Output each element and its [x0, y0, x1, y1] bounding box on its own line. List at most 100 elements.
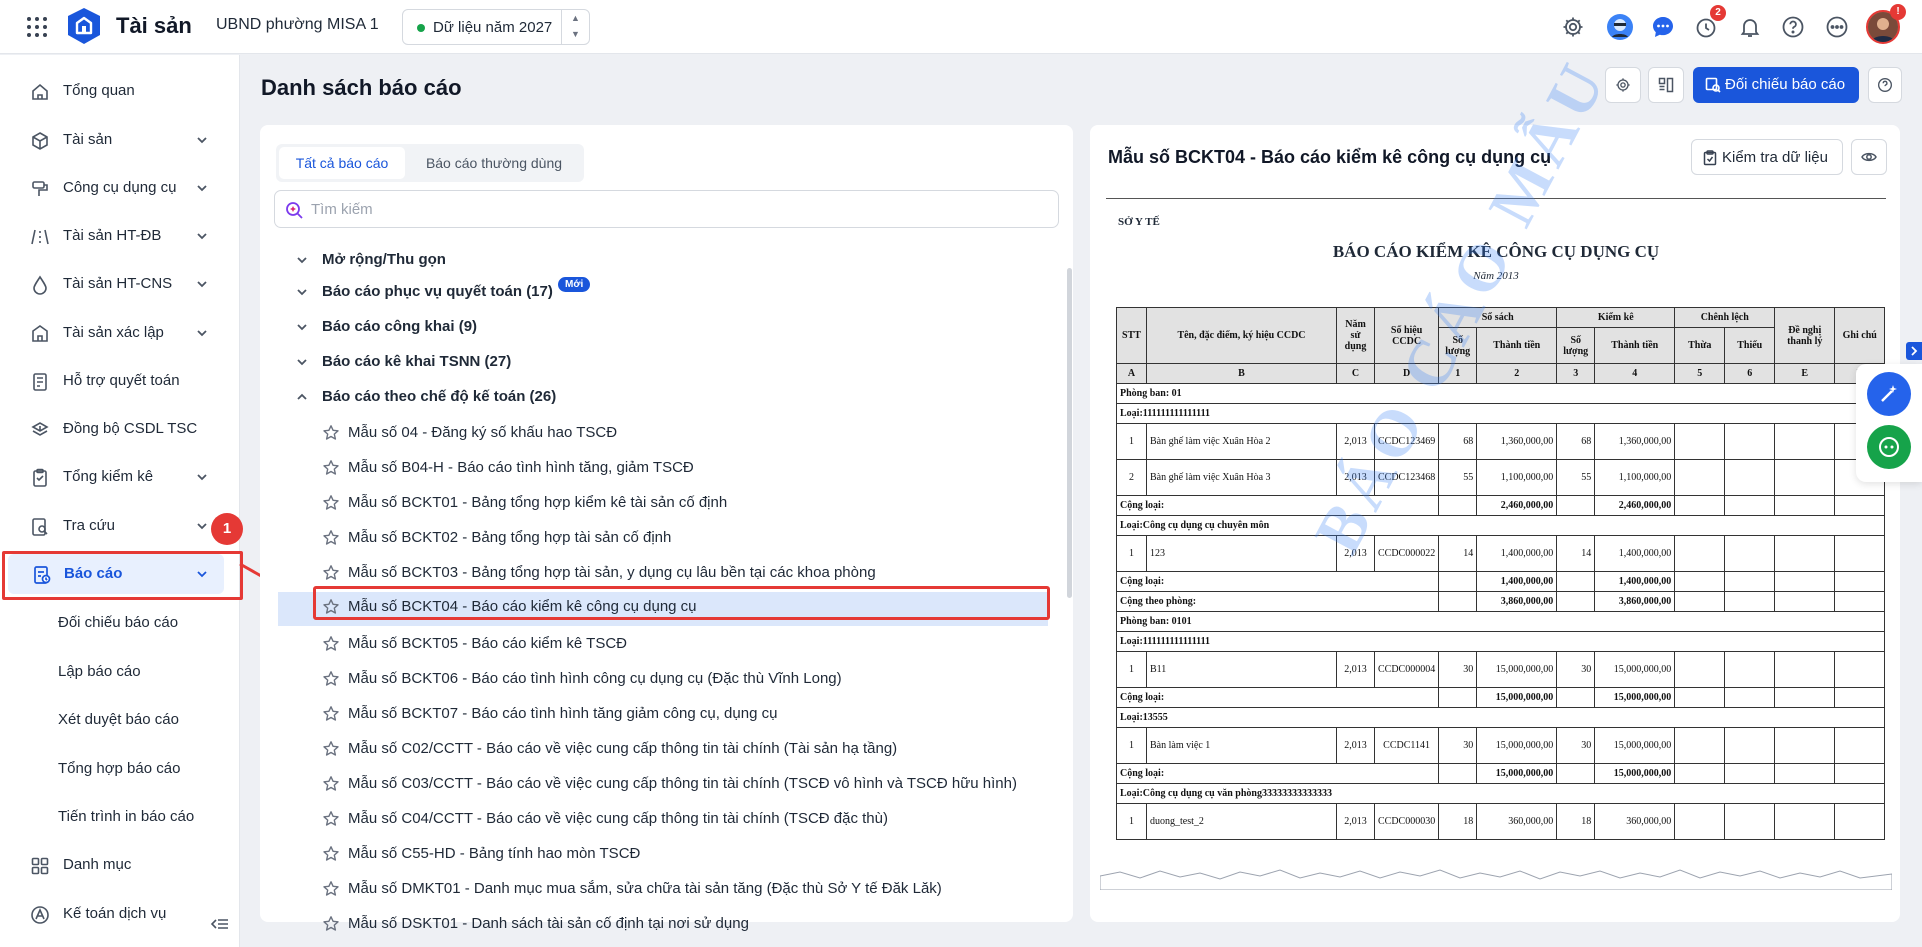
star-icon[interactable] [322, 529, 340, 547]
table-cell [1774, 727, 1836, 764]
star-icon[interactable] [322, 740, 340, 758]
total-books: 15,000,000,00 [1476, 763, 1558, 784]
report-list-item[interactable]: Mẫu số 04 - Đăng ký số khấu hao TSCĐ [318, 418, 1058, 448]
table-cell: CCDC000004 [1373, 651, 1440, 688]
settings-icon[interactable] [1561, 15, 1585, 39]
sidebar-subitem-xet-duyet[interactable]: Xét duyệt báo cáo [0, 700, 240, 740]
report-list-item[interactable]: Mẫu số BCKT05 - Báo cáo kiểm kê TSCĐ [318, 629, 1058, 659]
sidebar-item-tong-quan[interactable]: Tổng quan [0, 71, 240, 111]
chevron-down-icon [196, 230, 208, 242]
total-books: 1,400,000,00 [1476, 571, 1558, 592]
report-group-header[interactable]: Báo cáo theo chế độ kế toán (26) [296, 382, 896, 412]
compare-reports-button[interactable]: Đối chiếu báo cáo [1693, 67, 1859, 103]
report-list-item[interactable]: Mẫu số BCKT02 - Bảng tổng hợp tài sản cố… [318, 523, 1058, 553]
help-button[interactable] [1868, 67, 1902, 103]
sidebar-subitem-lap-bao-cao[interactable]: Lập báo cáo [0, 652, 240, 692]
service-icon [30, 905, 50, 925]
collapse-sidebar-icon[interactable] [210, 914, 230, 934]
col-header: Chênh lệch [1674, 307, 1776, 328]
star-icon[interactable] [322, 775, 340, 793]
report-list-item[interactable]: Mẫu số C02/CCTT - Báo cáo về việc cung c… [318, 734, 1058, 764]
sidebar-item-cong-cu-dung-cu[interactable]: Công cụ dụng cụ [0, 168, 240, 208]
sidebar-item-tra-cuu[interactable]: Tra cứu [0, 506, 240, 546]
table-cell [1674, 727, 1726, 764]
star-icon[interactable] [322, 845, 340, 863]
table-cell [1834, 727, 1886, 764]
table-cell: 15,000,000,00 [1476, 727, 1558, 764]
sidebar-item-tai-san[interactable]: Tài sản [0, 120, 240, 160]
help-icon[interactable] [1781, 15, 1805, 39]
star-icon[interactable] [322, 880, 340, 898]
sidebar-item-danh-muc[interactable]: Danh mục [0, 845, 240, 885]
col-code: 2 [1476, 363, 1558, 384]
chat-icon[interactable] [1651, 15, 1675, 39]
report-list-item[interactable]: Mẫu số DSKT01 - Danh sách tài sản cố địn… [318, 909, 1058, 939]
layout-toggle-button[interactable] [1648, 67, 1684, 103]
sidebar-subitem-doi-chieu[interactable]: Đối chiếu báo cáo [0, 603, 240, 643]
star-icon[interactable] [322, 635, 340, 653]
table-cell [1724, 591, 1776, 612]
layout-icon [1658, 77, 1674, 93]
report-list-item[interactable]: Mẫu số BCKT03 - Bảng tổng hợp tài sản, y… [318, 558, 1058, 588]
table-cell [1674, 459, 1726, 496]
report-list-item[interactable]: Mẫu số BCKT07 - Báo cáo tình hình tăng g… [318, 699, 1058, 729]
sidebar-item-ho-tro-quyet-toan[interactable]: Hỗ trợ quyết toán [0, 361, 240, 401]
report-list-item[interactable]: Mẫu số BCKT06 - Báo cáo tình hình công c… [318, 664, 1058, 694]
star-icon[interactable] [322, 915, 340, 933]
star-icon[interactable] [322, 564, 340, 582]
table-total-row: Cộng loại: 15,000,000,00 15,000,000,00 [1115, 687, 1886, 708]
report-list-item[interactable]: Mẫu số B04-H - Báo cáo tình hình tăng, g… [318, 453, 1058, 483]
total-count: 15,000,000,00 [1594, 763, 1676, 784]
sidebar-item-ke-toan-dich-vu[interactable]: Kế toán dịch vụ [0, 894, 240, 934]
ai-assistant-button[interactable] [1867, 372, 1911, 416]
report-list-item[interactable]: Mẫu số C04/CCTT - Báo cáo về việc cung c… [318, 804, 1058, 834]
report-group-header[interactable]: Báo cáo kê khai TSNN (27) [296, 347, 896, 377]
preview-toggle-button[interactable] [1851, 139, 1887, 175]
sidebar-item-tai-san-xac-lap[interactable]: Tài sản xác lập [0, 313, 240, 353]
sidebar-subitem-tien-trinh-in[interactable]: Tiến trình in báo cáo [0, 797, 240, 837]
table-cell [1774, 763, 1836, 784]
data-year-selector[interactable]: Dữ liệu năm 2027 ▲ ▼ [402, 9, 590, 45]
star-icon[interactable] [322, 705, 340, 723]
tab-frequent-reports[interactable]: Báo cáo thường dùng [408, 147, 580, 179]
star-icon[interactable] [322, 494, 340, 512]
sidebar-item-tai-san-ht-cns[interactable]: Tài sản HT-CNS [0, 264, 240, 304]
table-cell [1774, 803, 1836, 840]
report-group-header[interactable]: Báo cáo công khai (9) [296, 312, 896, 342]
expand-panel-tab[interactable] [1906, 342, 1922, 360]
sidebar-subitem-tong-hop[interactable]: Tổng hợp báo cáo [0, 749, 240, 789]
star-icon[interactable] [322, 424, 340, 442]
table-total-row: Cộng loại: 15,000,000,00 15,000,000,00 [1115, 763, 1886, 784]
report-list-item[interactable]: Mẫu số BCKT01 - Bảng tổng hợp kiểm kê tà… [318, 488, 1058, 518]
sidebar-item-tong-kiem-ke[interactable]: Tổng kiểm kê [0, 457, 240, 497]
sidebar-item-dong-bo-csdl[interactable]: Đồng bộ CSDL TSC [0, 409, 240, 449]
year-spinner[interactable]: ▲ ▼ [561, 10, 589, 44]
tab-all-reports[interactable]: Tất cả báo cáo [279, 147, 405, 179]
report-list-item[interactable]: Mẫu số C55-HD - Bảng tính hao mòn TSCĐ [318, 839, 1058, 869]
report-group-header[interactable]: Báo cáo phục vụ quyết toán (17) [296, 277, 896, 307]
organization-name[interactable]: UBND phường MISA 1 [216, 16, 379, 34]
app-launcher-icon[interactable] [26, 16, 48, 38]
support-agent-icon[interactable] [1606, 13, 1634, 41]
star-icon[interactable] [322, 810, 340, 828]
report-list-item[interactable]: Mẫu số C03/CCTT - Báo cáo về việc cung c… [318, 769, 1058, 799]
table-cell [1724, 535, 1776, 572]
table-cell [1724, 763, 1776, 784]
table-cell: 14 [1556, 535, 1596, 572]
report-list-item[interactable]: Mẫu số DMKT01 - Danh mục mua sắm, sửa ch… [318, 874, 1058, 904]
star-icon[interactable] [322, 670, 340, 688]
chatbot-button[interactable] [1867, 425, 1911, 469]
report-group-header[interactable]: Mở rộng/Thu gọn [296, 245, 896, 275]
sidebar-item-tai-san-ht-db[interactable]: Tài sản HT-ĐB [0, 216, 240, 256]
table-cell: 1,100,000,00 [1476, 459, 1558, 496]
more-icon[interactable] [1825, 15, 1849, 39]
list-scrollbar[interactable] [1067, 268, 1072, 598]
report-item-label: Mẫu số DSKT01 - Danh sách tài sản cố địn… [348, 915, 749, 933]
bell-icon[interactable] [1738, 15, 1762, 39]
star-icon[interactable] [322, 459, 340, 477]
search-input[interactable]: Tìm kiếm [274, 190, 1059, 228]
clipboard-icon [30, 468, 50, 488]
check-data-button[interactable]: Kiểm tra dữ liệu [1691, 139, 1843, 175]
chevron-down-icon [296, 321, 308, 333]
table-cell: 1,360,000,00 [1476, 423, 1558, 460]
